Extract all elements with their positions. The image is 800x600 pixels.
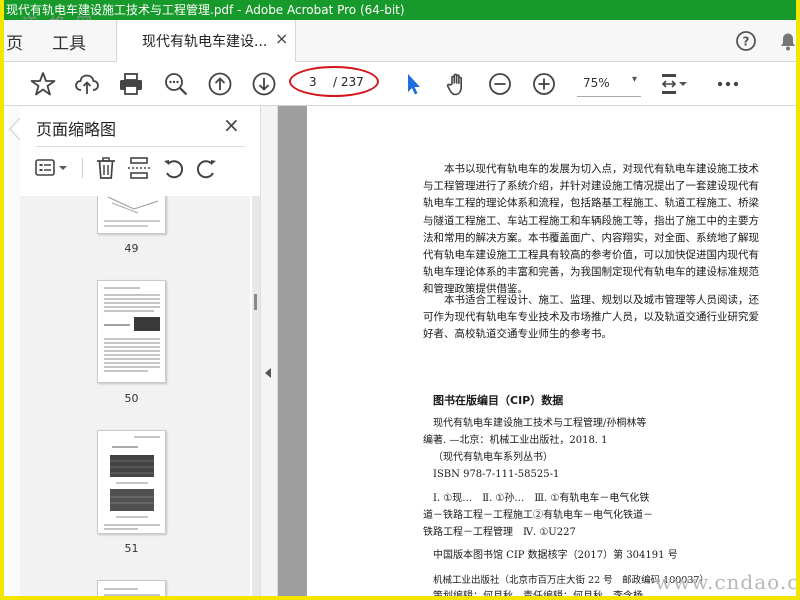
svg-text:?: ? — [743, 35, 750, 49]
cip-line: （现代有轨电车系列丛书） — [433, 452, 553, 463]
body-paragraph: 本书适合工程设计、施工、监理、规划以及城市管理等人员阅读，还可作为现代有轨电车专… — [423, 292, 763, 344]
chevron-down-icon[interactable] — [676, 70, 690, 98]
cip-line: 道－铁路工程－工程施工②有轨电车－电气化铁道－ — [423, 510, 653, 521]
thumbnail-panel: 页面缩略图 × 49 50 51 — [20, 106, 260, 596]
toolbar-separator — [82, 158, 83, 178]
zoom-search-icon[interactable] — [162, 70, 190, 98]
collapse-arrow-icon[interactable] — [265, 368, 271, 378]
red-annotation-circle — [289, 66, 379, 97]
help-icon[interactable]: ? — [735, 30, 757, 52]
rotate-left-icon[interactable] — [161, 156, 185, 180]
thumbnail-page-number: 51 — [124, 542, 139, 555]
cip-line: Ⅰ. ①现… Ⅱ. ①孙… Ⅲ. ①有轨电车－电气化铁 — [433, 493, 650, 504]
cip-heading: 图书在版编目（CIP）数据 — [433, 394, 564, 407]
paragraph-1: 本书以现代有轨电车的发展为切入点，对现代有轨电车建设施工技术与工程管理进行了系统… — [423, 163, 759, 296]
page-thumbnail[interactable] — [97, 196, 166, 234]
print-icon[interactable] — [117, 70, 145, 98]
zoom-level-select[interactable]: 75% ▾ — [577, 72, 641, 97]
tab-home[interactable]: 页 — [6, 29, 23, 54]
page-thumbnail[interactable] — [97, 280, 166, 383]
insert-page-icon[interactable] — [127, 156, 151, 180]
panel-collapse-handle[interactable] — [260, 106, 278, 596]
pdf-page: 本书以现代有轨电车的发展为切入点，对现代有轨电车建设施工技术与工程管理进行了系统… — [307, 106, 796, 600]
thumbnail-options-icon[interactable] — [34, 156, 72, 180]
hand-tool-icon[interactable] — [443, 70, 471, 98]
panel-title: 页面缩略图 — [36, 120, 117, 139]
body-paragraph: 本书以现代有轨电车的发展为切入点，对现代有轨电车建设施工技术与工程管理进行了系统… — [423, 161, 763, 299]
main-toolbar — [4, 62, 796, 106]
tab-document[interactable]: 现代有轨电车建设... × — [116, 20, 296, 62]
delete-page-icon[interactable] — [94, 156, 118, 180]
zoom-value: 75% — [583, 76, 610, 90]
thumbnail-scrollbar[interactable] — [252, 196, 260, 596]
select-cursor-icon[interactable] — [399, 70, 427, 98]
zoom-caret-icon: ▾ — [631, 74, 637, 85]
page-thumbnail[interactable] — [97, 430, 166, 534]
next-page-icon[interactable] — [250, 70, 278, 98]
tab-tools[interactable]: 工具 — [52, 29, 86, 54]
cip-line: 铁路工程－工程管理 Ⅳ. ①U227 — [423, 527, 576, 538]
panel-close-button[interactable]: × — [223, 113, 240, 137]
scrollbar-thumb[interactable] — [254, 294, 257, 310]
zoom-out-icon[interactable] — [486, 70, 514, 98]
thumbnail-page-number: 49 — [124, 242, 139, 255]
paragraph-2: 本书适合工程设计、施工、监理、规划以及城市管理等人员阅读，还可作为现代有轨电车专… — [423, 294, 759, 341]
previous-page-icon[interactable] — [206, 70, 234, 98]
cip-line: 现代有轨电车建设施工技术与工程管理/孙桐林等 — [433, 418, 647, 429]
cip-line: 中国版本图书馆 CIP 数据核字（2017）第 304191 号 — [433, 550, 678, 561]
panel-divider — [36, 146, 245, 147]
window-title-bar: 现代有轨电车建设施工技术与工程管理.pdf - Adobe Acrobat Pr… — [4, 0, 796, 20]
cloud-upload-icon[interactable] — [73, 70, 101, 98]
rotate-right-icon[interactable] — [195, 156, 219, 180]
tab-document-label: 现代有轨电车建设... — [142, 34, 268, 50]
more-tools-icon[interactable] — [714, 70, 742, 98]
cip-line: ISBN 978-7-111-58525-1 — [433, 469, 560, 480]
zoom-in-icon[interactable] — [530, 70, 558, 98]
thumbnail-page-number: 50 — [124, 392, 139, 405]
cip-line: 编著. —北京：机械工业出版社，2018. 1 — [423, 435, 608, 446]
thumbnail-list[interactable]: 49 50 51 — [20, 196, 250, 596]
bookmark-star-icon[interactable] — [29, 70, 57, 98]
cip-line: 策划编辑：何月秋 责任编辑：何月秋 李含杨 — [433, 591, 643, 600]
tab-close-button[interactable]: × — [275, 29, 288, 48]
document-viewer[interactable]: 本书以现代有轨电车的发展为切入点，对现代有轨电车建设施工技术与工程管理进行了系统… — [278, 106, 796, 600]
watermark-url: www.cndao.com — [655, 570, 800, 594]
bell-icon[interactable] — [777, 30, 796, 52]
acrobat-window: 现代有轨电车建设施工技术与工程管理.pdf - Adobe Acrobat Pr… — [0, 0, 800, 600]
panel-pointer-icon — [9, 118, 20, 140]
page-thumbnail[interactable] — [97, 580, 166, 596]
